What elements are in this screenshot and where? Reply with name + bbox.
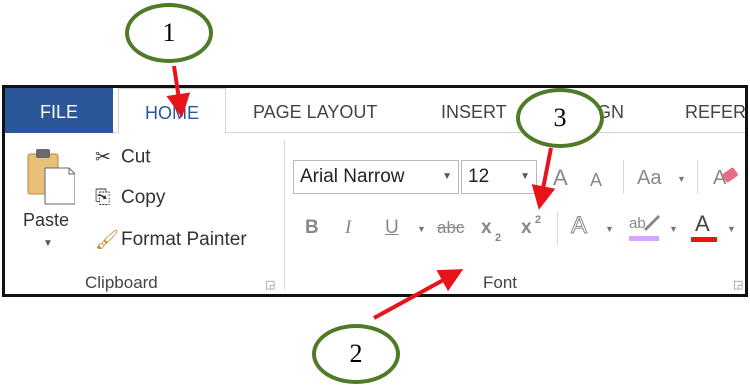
arrow-1 [166, 65, 191, 118]
arrow-3 [531, 147, 556, 210]
callout-3: 3 [516, 88, 604, 148]
arrow-2 [373, 269, 464, 320]
callout-2: 2 [312, 324, 400, 384]
callout-1: 1 [125, 3, 213, 63]
